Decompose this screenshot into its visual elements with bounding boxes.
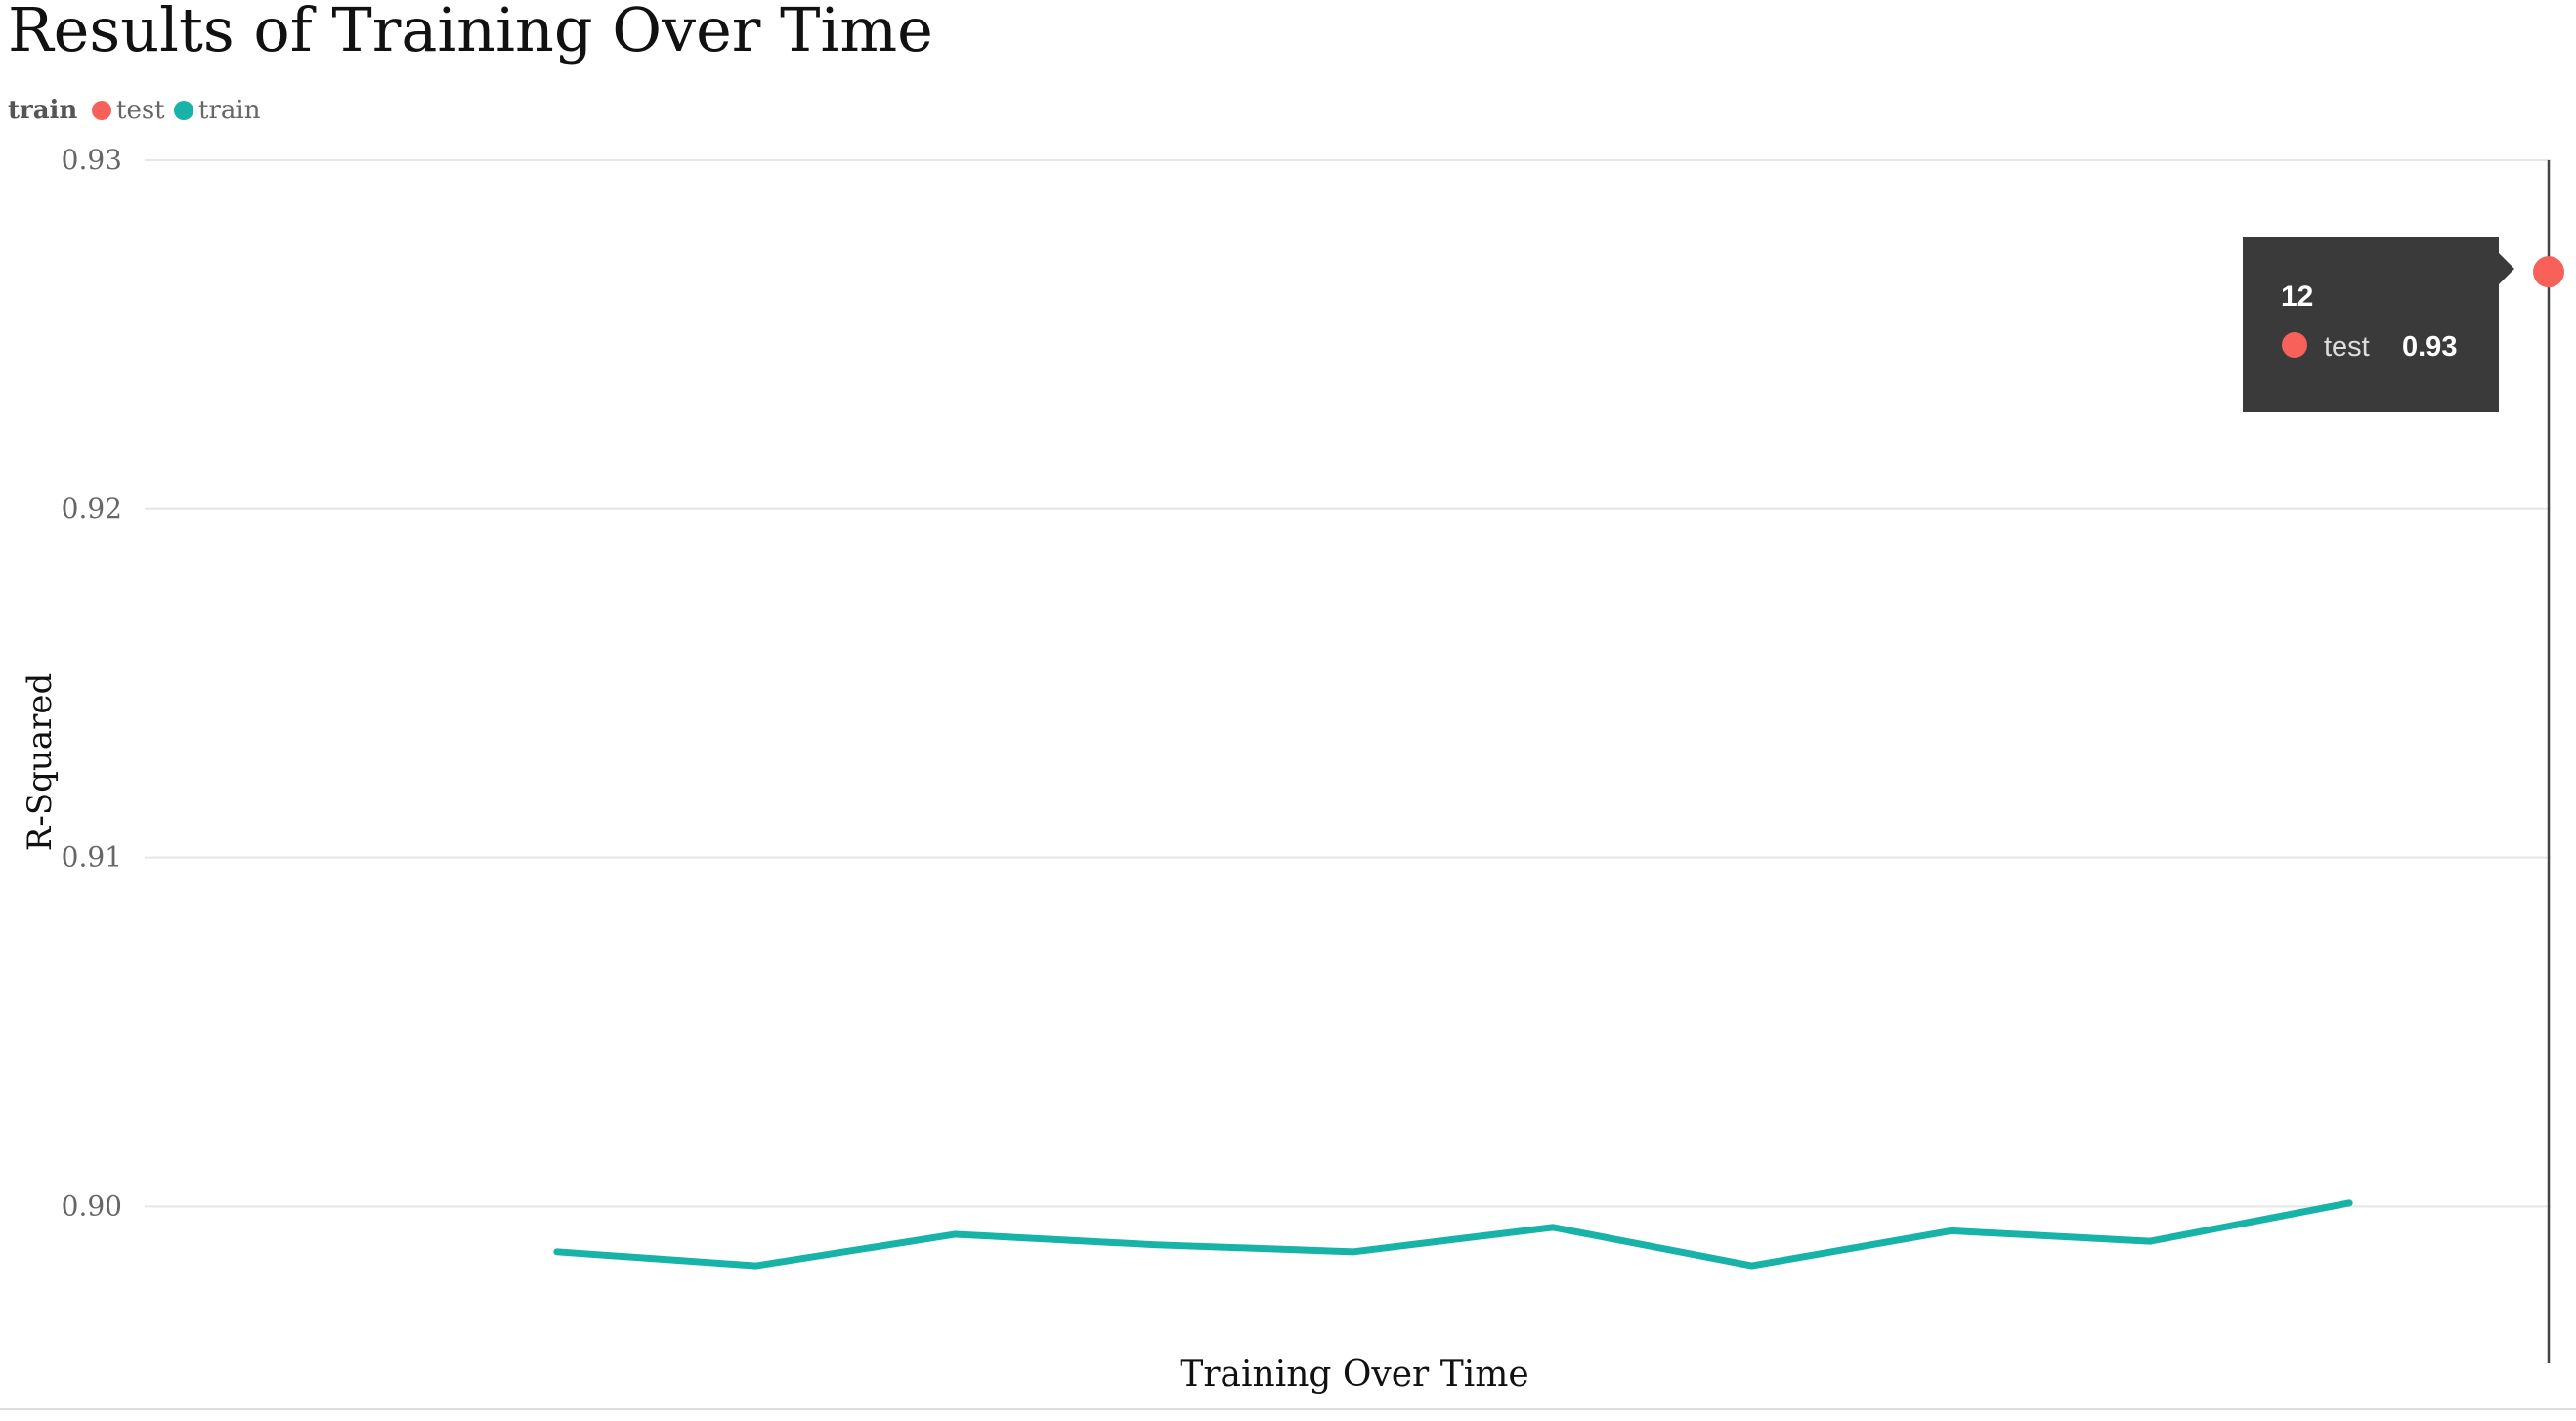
legend-test-marker[interactable] — [92, 101, 111, 120]
y-tick-label-0: 0.90 — [62, 1189, 122, 1222]
tooltip-series-name: test — [2324, 331, 2370, 363]
tooltip-x-value: 12 — [2281, 280, 2313, 313]
gridlines — [145, 159, 2551, 1208]
y-tick-label-3: 0.93 — [62, 144, 122, 176]
y-tick-labels: 0.90 0.91 0.92 0.93 — [62, 144, 122, 1222]
line-chart-svg: Results of Training Over Time train test… — [0, 0, 2576, 1410]
series-point-test-0[interactable] — [2533, 256, 2564, 288]
tooltip-pointer — [2499, 253, 2514, 284]
chart-title: Results of Training Over Time — [8, 0, 933, 65]
legend-train-label[interactable]: train — [198, 96, 261, 125]
legend-test-label[interactable]: test — [116, 96, 165, 125]
tooltip-series-marker — [2282, 332, 2307, 358]
y-axis-label: R-Squared — [21, 673, 60, 851]
legend-train-marker[interactable] — [174, 101, 193, 120]
tooltip: 12 test 0.93 — [2243, 237, 2514, 412]
series-line-train[interactable] — [553, 1199, 2353, 1270]
x-axis-label: Training Over Time — [1180, 1355, 1528, 1395]
y-tick-label-2: 0.92 — [62, 493, 122, 525]
tooltip-box — [2243, 237, 2499, 412]
legend: train test train — [8, 96, 261, 125]
legend-title: train — [8, 96, 77, 125]
tooltip-value: 0.93 — [2402, 331, 2457, 363]
chart: Results of Training Over Time train test… — [0, 0, 2576, 1421]
y-tick-label-1: 0.91 — [62, 841, 122, 874]
